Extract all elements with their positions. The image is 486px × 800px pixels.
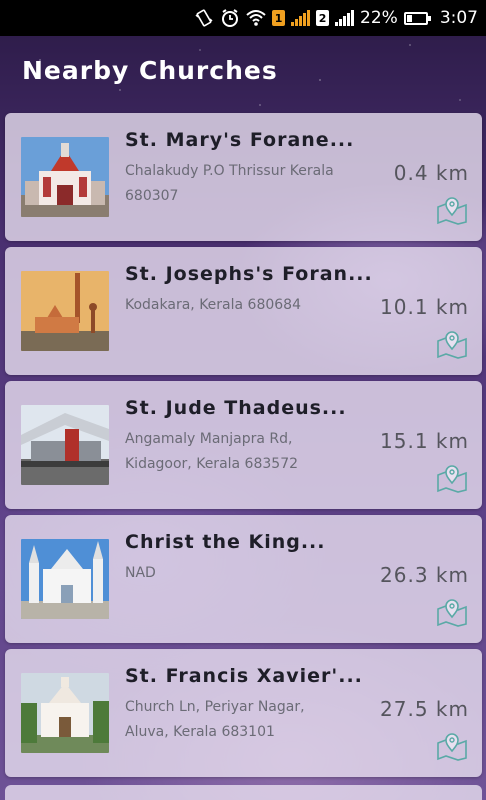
battery-icon — [403, 11, 431, 25]
map-pin-icon[interactable] — [436, 463, 468, 493]
church-distance: 0.4 km — [393, 161, 469, 185]
church-address: Kodakara, Kerala 680684 — [125, 293, 375, 318]
church-address: Angamaly Manjapra Rd, Kidagoor, Kerala 6… — [125, 427, 375, 477]
church-name: St. Josephs's Foran... — [125, 263, 373, 285]
church-distance: 15.1 km — [380, 429, 469, 453]
address-line1: Church Ln, Periyar Nagar, — [125, 699, 305, 715]
church-card[interactable]: St. Mary's Forane... Chalakudy P.O Thris… — [5, 113, 482, 241]
wifi-icon — [246, 9, 266, 27]
church-card-partial[interactable] — [5, 785, 482, 800]
church-photo — [21, 673, 109, 753]
address-line1: Angamaly Manjapra Rd, — [125, 431, 293, 447]
map-pin-icon[interactable] — [436, 731, 468, 761]
signal-sim1-icon — [291, 10, 311, 26]
page-title: Nearby Churches — [22, 56, 278, 85]
address-line1: Chalakudy P.O Thrissur Kerala — [125, 163, 334, 179]
church-card[interactable]: Christ the King... NAD 26.3 km — [5, 515, 482, 643]
church-list: St. Mary's Forane... Chalakudy P.O Thris… — [5, 113, 482, 783]
church-distance: 10.1 km — [380, 295, 469, 319]
church-photo — [21, 137, 109, 217]
church-card[interactable]: St. Josephs's Foran... Kodakara, Kerala … — [5, 247, 482, 375]
alarm-icon — [220, 8, 240, 28]
church-name: St. Francis Xavier'... — [125, 665, 363, 687]
clock: 3:07 — [439, 8, 478, 28]
address-line2: Aluva, Kerala 683101 — [125, 724, 275, 740]
map-pin-icon[interactable] — [436, 597, 468, 627]
address-line1: Kodakara, Kerala 680684 — [125, 297, 301, 313]
church-photo — [21, 271, 109, 351]
address-line1: NAD — [125, 565, 156, 581]
vibrate-icon — [194, 8, 214, 28]
church-address: Chalakudy P.O Thrissur Kerala 680307 — [125, 159, 375, 209]
church-card[interactable]: St. Jude Thadeus... Angamaly Manjapra Rd… — [5, 381, 482, 509]
church-name: St. Mary's Forane... — [125, 129, 355, 151]
map-pin-icon[interactable] — [436, 195, 468, 225]
sim1-icon: 1 — [272, 10, 286, 26]
church-photo — [21, 539, 109, 619]
signal-sim2-icon — [335, 10, 355, 26]
status-bar: 1 2 22% 3:07 — [0, 0, 486, 36]
map-pin-icon[interactable] — [436, 329, 468, 359]
church-photo — [21, 405, 109, 485]
sim2-icon: 2 — [316, 10, 330, 26]
church-card[interactable]: St. Francis Xavier'... Church Ln, Periya… — [5, 649, 482, 777]
church-distance: 27.5 km — [380, 697, 469, 721]
church-name: Christ the King... — [125, 531, 326, 553]
church-address: Church Ln, Periyar Nagar, Aluva, Kerala … — [125, 695, 375, 745]
battery-percent: 22% — [360, 8, 398, 28]
address-line2: 680307 — [125, 188, 179, 204]
church-name: St. Jude Thadeus... — [125, 397, 347, 419]
church-address: NAD — [125, 561, 375, 586]
church-distance: 26.3 km — [380, 563, 469, 587]
address-line2: Kidagoor, Kerala 683572 — [125, 456, 299, 472]
